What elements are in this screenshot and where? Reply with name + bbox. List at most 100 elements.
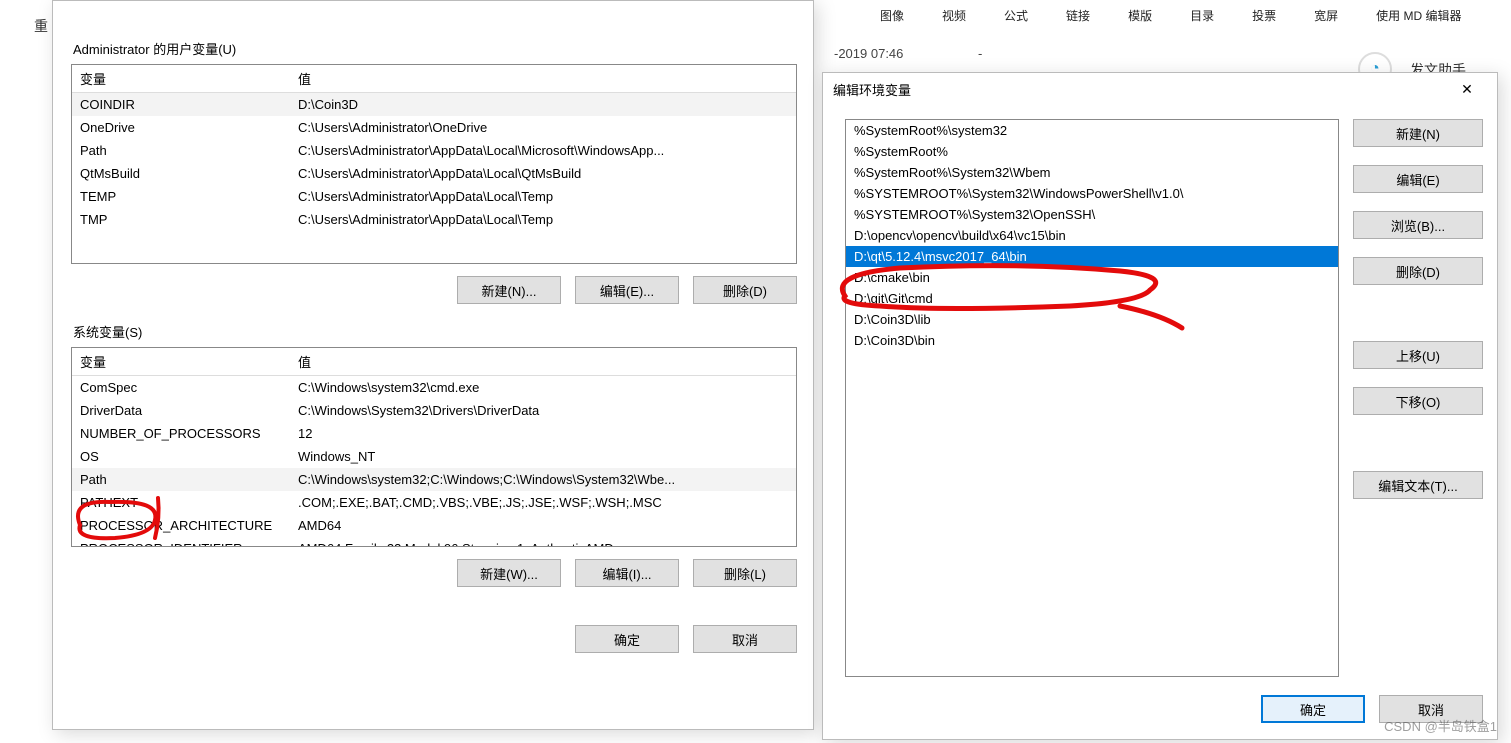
sys-edit-button[interactable]: 编辑(I)...: [575, 559, 679, 587]
var-value: AMD64: [290, 516, 796, 535]
sys-delete-button[interactable]: 删除(L): [693, 559, 797, 587]
list-item[interactable]: D:\Coin3D\lib: [846, 309, 1338, 330]
edit-ok-button[interactable]: 确定: [1261, 695, 1365, 723]
table-row[interactable]: TEMPC:\Users\Administrator\AppData\Local…: [72, 185, 796, 208]
toolbar-item[interactable]: 图像: [880, 7, 904, 24]
user-delete-button[interactable]: 删除(D): [693, 276, 797, 304]
table-row[interactable]: PathC:\Windows\system32;C:\Windows;C:\Wi…: [72, 468, 796, 491]
movedown-button[interactable]: 下移(O): [1353, 387, 1483, 415]
table-row[interactable]: PathC:\Users\Administrator\AppData\Local…: [72, 139, 796, 162]
new-button[interactable]: 新建(N): [1353, 119, 1483, 147]
user-vars-list[interactable]: 变量 值 COINDIRD:\Coin3DOneDriveC:\Users\Ad…: [71, 64, 797, 264]
table-row[interactable]: OneDriveC:\Users\Administrator\OneDrive: [72, 116, 796, 139]
list-item[interactable]: D:\cmake\bin: [846, 267, 1338, 288]
var-name: DriverData: [72, 401, 290, 420]
sys-new-button[interactable]: 新建(W)...: [457, 559, 561, 587]
table-row[interactable]: NUMBER_OF_PROCESSORS12: [72, 422, 796, 445]
list-item[interactable]: %SystemRoot%\system32: [846, 120, 1338, 141]
var-value: C:\Users\Administrator\AppData\Local\Mic…: [290, 141, 796, 160]
list-item[interactable]: %SYSTEMROOT%\System32\OpenSSH\: [846, 204, 1338, 225]
toolbar-item[interactable]: 链接: [1066, 7, 1090, 24]
watermark: CSDN @半岛铁盒1: [1384, 716, 1497, 735]
var-value: C:\Users\Administrator\AppData\Local\QtM…: [290, 164, 796, 183]
env-cancel-button[interactable]: 取消: [693, 625, 797, 653]
toolbar-item[interactable]: 投票: [1252, 7, 1276, 24]
var-name: Path: [72, 470, 290, 489]
var-value: C:\Users\Administrator\OneDrive: [290, 118, 796, 137]
toolbar-item[interactable]: 宽屏: [1314, 7, 1338, 24]
col-value-header: 值: [290, 65, 796, 92]
moveup-button[interactable]: 上移(U): [1353, 341, 1483, 369]
list-item[interactable]: %SystemRoot%\System32\Wbem: [846, 162, 1338, 183]
toolbar-item[interactable]: 模版: [1128, 7, 1152, 24]
table-row[interactable]: COINDIRD:\Coin3D: [72, 93, 796, 116]
bg-dash: -: [978, 46, 982, 61]
var-value: C:\Windows\system32;C:\Windows;C:\Window…: [290, 470, 796, 489]
var-value: C:\Windows\System32\Drivers\DriverData: [290, 401, 796, 420]
col-name-header: 变量: [72, 348, 290, 375]
user-edit-button[interactable]: 编辑(E)...: [575, 276, 679, 304]
user-new-button[interactable]: 新建(N)...: [457, 276, 561, 304]
var-name: NUMBER_OF_PROCESSORS: [72, 424, 290, 443]
var-value: C:\Users\Administrator\AppData\Local\Tem…: [290, 210, 796, 229]
var-name: QtMsBuild: [72, 164, 290, 183]
table-row[interactable]: PROCESSOR_IDENTIFIERAMD64 Family 23 Mode…: [72, 537, 796, 546]
var-name: OneDrive: [72, 118, 290, 137]
list-header: 变量 值: [72, 65, 796, 93]
table-row[interactable]: OSWindows_NT: [72, 445, 796, 468]
env-vars-dialog: Administrator 的用户变量(U) 变量 值 COINDIRD:\Co…: [52, 0, 814, 730]
table-row[interactable]: QtMsBuildC:\Users\Administrator\AppData\…: [72, 162, 796, 185]
var-name: TMP: [72, 210, 290, 229]
var-name: ComSpec: [72, 378, 290, 397]
var-name: OS: [72, 447, 290, 466]
table-row[interactable]: ComSpecC:\Windows\system32\cmd.exe: [72, 376, 796, 399]
edit-button[interactable]: 编辑(E): [1353, 165, 1483, 193]
toolbar-item[interactable]: 目录: [1190, 7, 1214, 24]
browse-button[interactable]: 浏览(B)...: [1353, 211, 1483, 239]
table-row[interactable]: DriverDataC:\Windows\System32\Drivers\Dr…: [72, 399, 796, 422]
var-value: D:\Coin3D: [290, 95, 796, 114]
side-buttons: 新建(N) 编辑(E) 浏览(B)... 删除(D) 上移(U) 下移(O) 编…: [1353, 119, 1483, 677]
toolbar-item[interactable]: 公式: [1004, 7, 1028, 24]
table-row[interactable]: TMPC:\Users\Administrator\AppData\Local\…: [72, 208, 796, 231]
edit-env-var-dialog: 编辑环境变量 ✕ %SystemRoot%\system32%SystemRoo…: [822, 72, 1498, 740]
list-item[interactable]: %SystemRoot%: [846, 141, 1338, 162]
list-item[interactable]: D:\qt\5.12.4\msvc2017_64\bin: [846, 246, 1338, 267]
close-icon[interactable]: ✕: [1447, 81, 1487, 98]
table-row[interactable]: PATHEXT.COM;.EXE;.BAT;.CMD;.VBS;.VBE;.JS…: [72, 491, 796, 514]
list-item[interactable]: D:\Coin3D\bin: [846, 330, 1338, 351]
var-value: AMD64 Family 23 Model 96 Stepping 1, Aut…: [290, 539, 796, 546]
edit-text-button[interactable]: 编辑文本(T)...: [1353, 471, 1483, 499]
var-name: PROCESSOR_IDENTIFIER: [72, 539, 290, 546]
var-value: C:\Users\Administrator\AppData\Local\Tem…: [290, 187, 796, 206]
sys-vars-label: 系统变量(S): [73, 322, 797, 341]
var-value: 12: [290, 424, 796, 443]
list-item[interactable]: D:\opencv\opencv\build\x64\vc15\bin: [846, 225, 1338, 246]
env-ok-button[interactable]: 确定: [575, 625, 679, 653]
col-name-header: 变量: [72, 65, 290, 92]
toolbar-item[interactable]: 视频: [942, 7, 966, 24]
var-name: PATHEXT: [72, 493, 290, 512]
user-vars-label: Administrator 的用户变量(U): [73, 39, 797, 58]
list-header: 变量 值: [72, 348, 796, 376]
dialog-title: 编辑环境变量: [833, 80, 911, 99]
table-row[interactable]: PROCESSOR_ARCHITECTUREAMD64: [72, 514, 796, 537]
var-value: Windows_NT: [290, 447, 796, 466]
titlebar: 编辑环境变量 ✕: [823, 73, 1497, 105]
bg-left-fragment: 重: [34, 16, 48, 36]
list-item[interactable]: %SYSTEMROOT%\System32\WindowsPowerShell\…: [846, 183, 1338, 204]
var-value: .COM;.EXE;.BAT;.CMD;.VBS;.VBE;.JS;.JSE;.…: [290, 493, 796, 512]
var-name: Path: [72, 141, 290, 160]
bg-date: -2019 07:46: [834, 46, 903, 61]
bg-toolbar: 图像 视频 公式 链接 模版 目录 投票 宽屏 使用 MD 编辑器: [820, 0, 1511, 30]
list-item[interactable]: D:\git\Git\cmd: [846, 288, 1338, 309]
var-value: C:\Windows\system32\cmd.exe: [290, 378, 796, 397]
delete-button[interactable]: 删除(D): [1353, 257, 1483, 285]
path-list[interactable]: %SystemRoot%\system32%SystemRoot%%System…: [845, 119, 1339, 677]
toolbar-item[interactable]: 使用 MD 编辑器: [1376, 7, 1461, 24]
col-value-header: 值: [290, 348, 796, 375]
var-name: COINDIR: [72, 95, 290, 114]
var-name: TEMP: [72, 187, 290, 206]
var-name: PROCESSOR_ARCHITECTURE: [72, 516, 290, 535]
sys-vars-list[interactable]: 变量 值 ComSpecC:\Windows\system32\cmd.exeD…: [71, 347, 797, 547]
